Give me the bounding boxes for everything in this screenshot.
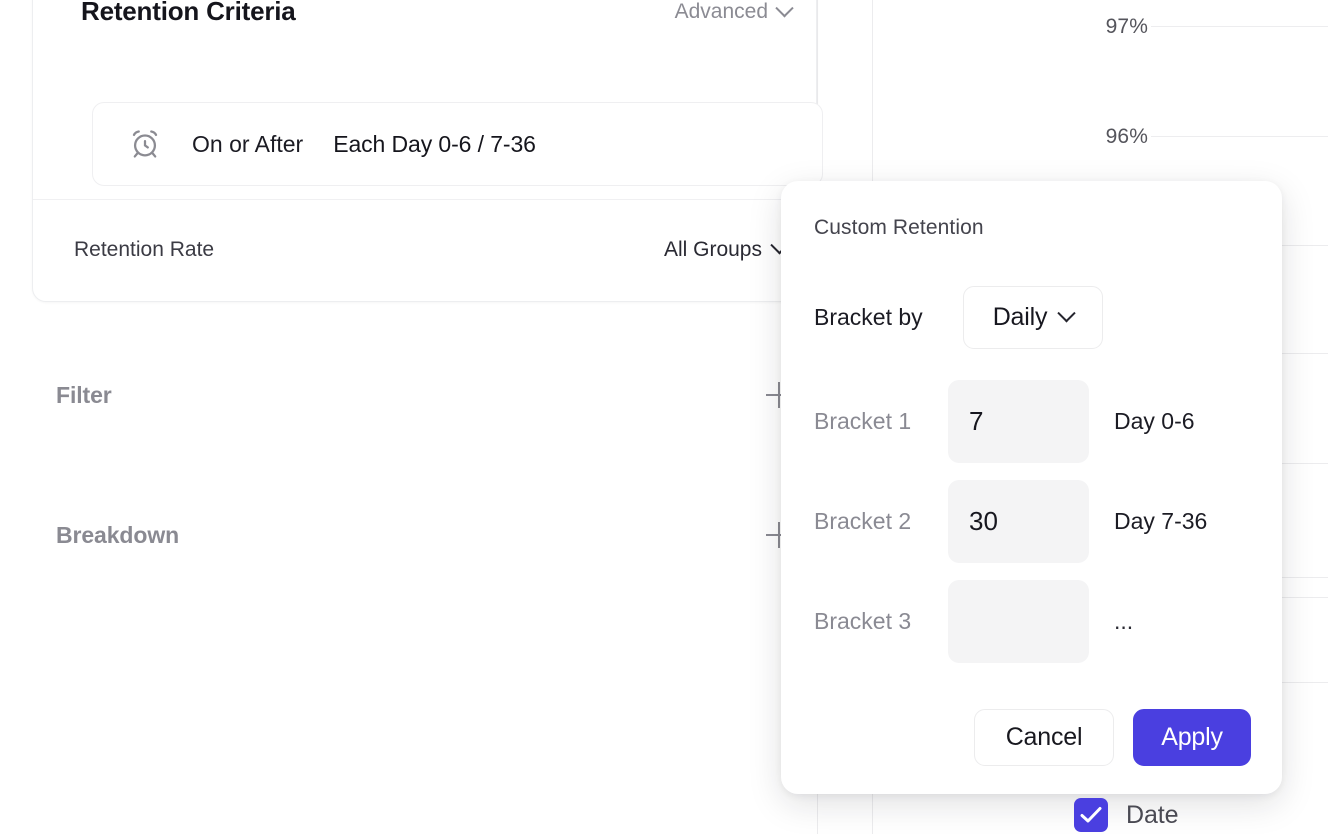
bracket-2-hint: Day 7-36 xyxy=(1114,508,1207,535)
retention-rate-row: Retention Rate All Groups xyxy=(33,200,818,299)
bracket-3-hint: ... xyxy=(1114,608,1133,635)
bracket-row-2: Bracket 2 Day 7-36 xyxy=(814,480,1254,563)
advanced-mode-dropdown[interactable]: Advanced xyxy=(675,0,791,24)
bracket-by-dropdown[interactable]: Daily xyxy=(963,286,1103,349)
group-selector-label: All Groups xyxy=(664,238,762,262)
page-title: Retention Criteria xyxy=(81,0,296,27)
chart-gridline xyxy=(1151,26,1328,27)
legend-item-date-label: Date xyxy=(1126,801,1178,830)
bracket-1-label: Bracket 1 xyxy=(814,408,948,435)
bracket-1-input[interactable] xyxy=(948,380,1089,463)
bracket-2-label: Bracket 2 xyxy=(814,508,948,535)
app-root: 97% 96% Retention Criteria Advanced On o… xyxy=(0,0,1328,834)
legend-item-date[interactable]: Date xyxy=(1074,798,1178,832)
chevron-down-icon xyxy=(1058,304,1076,322)
retention-criteria-card: Retention Criteria Advanced On or After … xyxy=(32,0,817,302)
filter-section-title: Filter xyxy=(56,382,112,409)
bracket-by-value: Daily xyxy=(993,303,1048,332)
alarm-clock-icon xyxy=(128,127,162,161)
apply-button[interactable]: Apply xyxy=(1133,709,1251,766)
date-checkbox[interactable] xyxy=(1074,798,1108,832)
group-selector-dropdown[interactable]: All Groups xyxy=(664,238,786,262)
check-icon xyxy=(1080,805,1102,825)
chart-ytick-label: 97% xyxy=(1028,15,1148,39)
custom-retention-modal: Custom Retention Bracket by Daily Bracke… xyxy=(781,181,1282,794)
bracket-row-1: Bracket 1 Day 0-6 xyxy=(814,380,1254,463)
bracket-by-row: Bracket by Daily xyxy=(814,286,1250,349)
criteria-operator-label: On or After xyxy=(192,131,303,158)
bracket-3-label: Bracket 3 xyxy=(814,608,948,635)
bracket-1-hint: Day 0-6 xyxy=(1114,408,1195,435)
bracket-by-label: Bracket by xyxy=(814,304,963,331)
bracket-row-3: Bracket 3 ... xyxy=(814,580,1254,663)
filter-section: Filter xyxy=(56,375,792,415)
retention-rate-label: Retention Rate xyxy=(74,238,214,262)
criteria-value-label: Each Day 0-6 / 7-36 xyxy=(333,131,536,158)
advanced-mode-label: Advanced xyxy=(675,0,768,24)
modal-action-bar: Cancel Apply xyxy=(974,709,1251,766)
chevron-down-icon xyxy=(775,0,793,17)
breakdown-section-title: Breakdown xyxy=(56,522,179,549)
bracket-2-input[interactable] xyxy=(948,480,1089,563)
modal-title: Custom Retention xyxy=(814,216,984,240)
cancel-button[interactable]: Cancel xyxy=(974,709,1114,766)
breakdown-section: Breakdown xyxy=(56,515,792,555)
chart-ytick-label: 96% xyxy=(1028,125,1148,149)
bracket-3-input[interactable] xyxy=(948,580,1089,663)
retention-criteria-row[interactable]: On or After Each Day 0-6 / 7-36 xyxy=(92,102,823,186)
chart-gridline xyxy=(1151,136,1328,137)
